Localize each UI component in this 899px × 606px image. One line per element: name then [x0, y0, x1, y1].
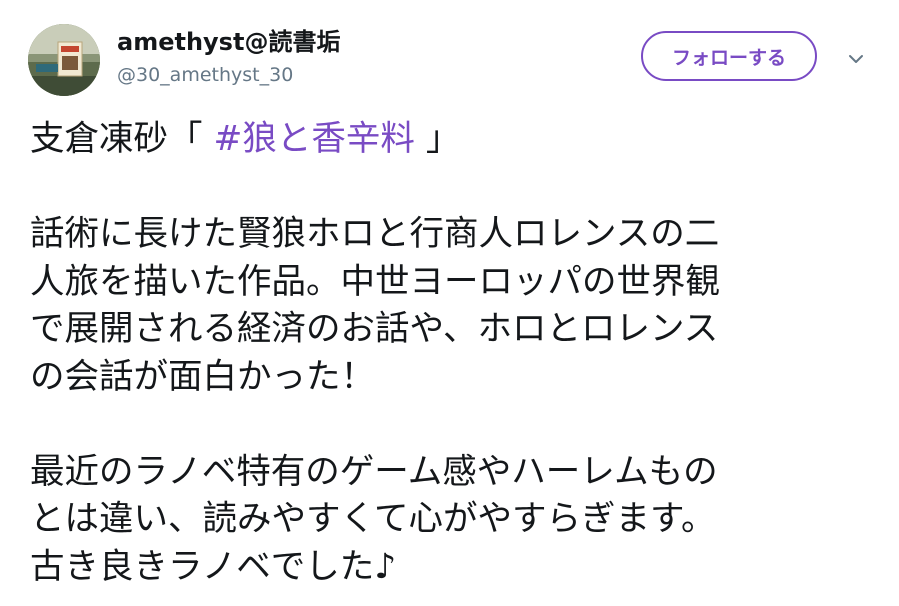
tweet-line: で展開される経済のお話や、ホロとロレンス [30, 309, 719, 349]
avatar-image [28, 24, 100, 96]
tweet-text-segment: 」 [414, 119, 461, 159]
paragraph-break [30, 164, 875, 212]
tweet-text: 支倉凍砂「 #狼と香辛料 」 話術に長けた賢狼ホロと行商人ロレンスの二 人旅を描… [30, 116, 875, 591]
avatar[interactable] [28, 24, 100, 96]
tweet-line: 最近のラノベ特有のゲーム感やハーレムもの [30, 451, 718, 492]
author-handle[interactable]: @30_amethyst_30 [117, 62, 293, 88]
tweet-card: amethyst@読書垢 @30_amethyst_30 フォローする 支倉凍砂… [0, 0, 899, 606]
hashtag-link[interactable]: #狼と香辛料 [213, 119, 414, 159]
author-display-name[interactable]: amethyst@読書垢 [117, 26, 340, 58]
tweet-line: とは違い、読みやすくて心がやすらぎます。 [30, 499, 716, 539]
tweet-line: 人旅を描いた作品。中世ヨーロッパの世界観 [30, 261, 720, 302]
paragraph-break [30, 401, 875, 449]
tweet-text-segment: 支倉凍砂「 [30, 119, 214, 159]
tweet-line: 話術に長けた賢狼ホロと行商人ロレンスの二 [30, 214, 720, 254]
follow-button[interactable]: フォローする [641, 31, 817, 81]
chevron-down-icon[interactable] [843, 46, 869, 72]
tweet-line: 古き良きラノベでした♪ [30, 546, 397, 587]
tweet-line: 支倉凍砂「 #狼と香辛料 」 [30, 116, 875, 164]
tweet-line: の会話が面白かった！ [30, 356, 375, 397]
